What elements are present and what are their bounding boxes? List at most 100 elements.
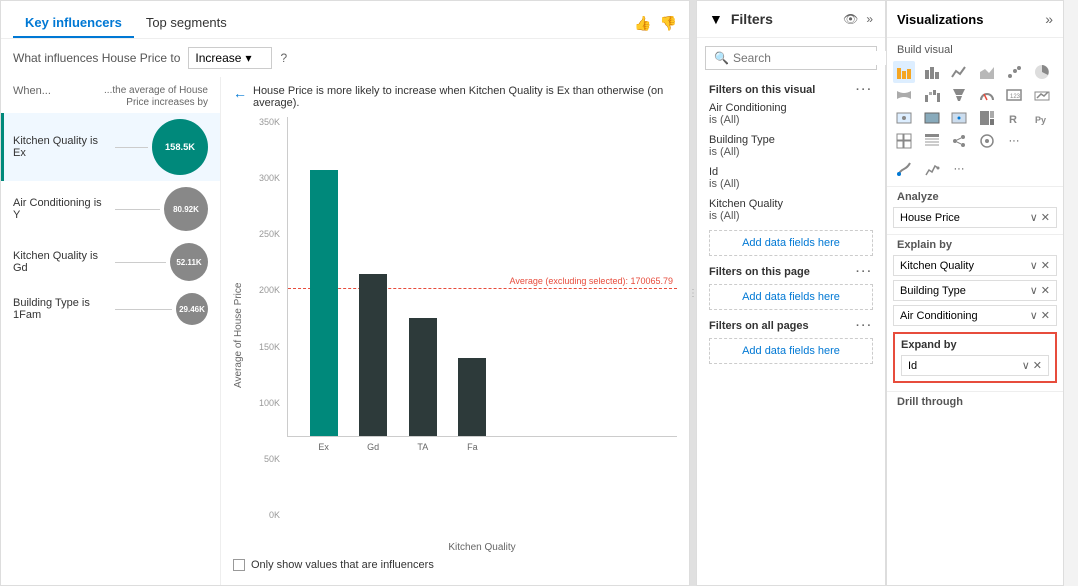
viz-icon-analytics[interactable] — [921, 158, 943, 180]
influencers-container: Kitchen Quality is Ex 158.5K Air Conditi… — [1, 113, 220, 331]
bar-3[interactable] — [458, 358, 486, 436]
viz-icon-area-chart[interactable] — [976, 61, 998, 83]
bar-0[interactable] — [310, 170, 338, 436]
influencer-label-2: Kitchen Quality is Gd — [13, 250, 111, 274]
viz-icon-card[interactable]: 123 — [1003, 84, 1025, 106]
explain-by-building-type[interactable]: Building Type ∨ ✕ — [893, 280, 1057, 301]
back-arrow-icon[interactable]: ← — [233, 85, 247, 101]
thumbs-down-icon[interactable]: 👎 — [660, 15, 677, 32]
bar-group-1[interactable]: Gd — [359, 274, 387, 436]
tab-key-influencers[interactable]: Key influencers — [13, 9, 134, 38]
viz-icon-pie[interactable] — [1031, 61, 1053, 83]
bar-1[interactable] — [359, 274, 387, 436]
search-input[interactable] — [733, 51, 888, 65]
close-icon-building[interactable]: ✕ — [1041, 284, 1050, 297]
viz-icon-decomp-tree[interactable] — [948, 130, 970, 152]
influencer-line-3 — [115, 309, 173, 310]
viz-icon-filled-map[interactable] — [921, 107, 943, 129]
bar-group-2[interactable]: TA — [409, 318, 437, 436]
viz-icon-bar-chart[interactable] — [921, 61, 943, 83]
chevron-down-icon-analyze[interactable]: ∨ — [1030, 211, 1038, 224]
filters-on-visual-menu[interactable]: ··· — [856, 84, 873, 96]
filter-question: What influences House Price to — [13, 51, 180, 65]
expand-by-dropdown[interactable]: Id ∨ ✕ — [901, 355, 1049, 376]
search-box[interactable]: 🔍 — [705, 46, 877, 70]
influencer-line-0 — [115, 147, 149, 148]
bar-2[interactable] — [409, 318, 437, 436]
help-icon[interactable]: ? — [280, 51, 287, 65]
explain-by-air-conditioning[interactable]: Air Conditioning ∨ ✕ — [893, 305, 1057, 326]
influence-direction-dropdown[interactable]: Increase ▾ — [188, 47, 272, 69]
chevron-down-icon-air[interactable]: ∨ — [1030, 309, 1038, 322]
viz-icon-py-visual[interactable]: Py — [1031, 107, 1053, 129]
viz-icon-waterfall[interactable] — [921, 84, 943, 106]
filter-row: What influences House Price to Increase … — [1, 39, 689, 77]
viz-icon-more2[interactable]: ··· — [948, 158, 970, 180]
viz-icon-gauge[interactable] — [976, 84, 998, 106]
y-tick: 250K — [249, 229, 284, 239]
filters-on-visual-header: Filters on this visual ··· — [697, 78, 885, 98]
chevron-down-icon-kitchen[interactable]: ∨ — [1030, 259, 1038, 272]
bar-group-0[interactable]: Ex — [310, 170, 338, 436]
explain-air-icons: ∨ ✕ — [1030, 309, 1050, 322]
close-icon-air[interactable]: ✕ — [1041, 309, 1050, 322]
chevron-down-icon-id[interactable]: ∨ — [1022, 359, 1030, 372]
influencer-item-3[interactable]: Building Type is 1Fam 29.46K — [1, 287, 220, 331]
influencer-bubble-1: 80.92K — [164, 187, 208, 231]
filters-all-pages-menu[interactable]: ··· — [856, 320, 873, 332]
viz-icons-grid-2: ··· — [887, 156, 1063, 182]
viz-icon-stacked-bar[interactable] — [893, 61, 915, 83]
add-data-all-pages[interactable]: Add data fields here — [709, 338, 873, 364]
explain-by-kitchen-quality[interactable]: Kitchen Quality ∨ ✕ — [893, 255, 1057, 276]
viz-icon-table[interactable] — [921, 130, 943, 152]
viz-expand-icon[interactable]: » — [1045, 11, 1053, 27]
avg-dashed-line: Average (excluding selected): 170065.79 — [288, 288, 677, 289]
chevron-down-icon: ▾ — [245, 51, 251, 65]
filter-building-type[interactable]: Building Type is (All) — [697, 130, 885, 162]
viz-icon-kpi[interactable] — [1031, 84, 1053, 106]
filter-kitchen-quality[interactable]: Kitchen Quality is (All) — [697, 194, 885, 226]
influencer-item-0[interactable]: Kitchen Quality is Ex 158.5K — [1, 113, 220, 181]
viz-icon-map[interactable] — [893, 107, 915, 129]
viz-icons-grid: 123 R Py — [887, 59, 1063, 154]
viz-icon-more-visuals[interactable]: ··· — [1003, 130, 1025, 152]
bar-group-3[interactable]: Fa — [458, 358, 486, 436]
influencer-item-2[interactable]: Kitchen Quality is Gd 52.11K — [1, 237, 220, 287]
tab-top-segments[interactable]: Top segments — [134, 9, 239, 38]
y-axis-label: Average of House Price — [233, 117, 249, 553]
filter-id[interactable]: Id is (All) — [697, 162, 885, 194]
thumbs-up-icon[interactable]: 👍 — [634, 15, 651, 32]
analyze-dropdown[interactable]: House Price ∨ ✕ — [893, 207, 1057, 228]
viz-icon-key-influencers[interactable] — [976, 130, 998, 152]
chevron-down-icon-building[interactable]: ∨ — [1030, 284, 1038, 297]
show-influencers-checkbox[interactable] — [233, 559, 245, 571]
add-data-visual[interactable]: Add data fields here — [709, 230, 873, 256]
viz-icon-line-chart[interactable] — [948, 61, 970, 83]
close-icon-id[interactable]: ✕ — [1033, 359, 1042, 372]
viz-icon-paint-brush[interactable] — [893, 158, 915, 180]
eye-icon[interactable]: 👁 — [843, 12, 858, 26]
tab-icons: 👍 👎 — [634, 15, 677, 32]
influencer-item-1[interactable]: Air Conditioning is Y 80.92K — [1, 181, 220, 237]
viz-icon-treemap[interactable] — [976, 107, 998, 129]
filters-on-page-header: Filters on this page ··· — [697, 260, 885, 280]
viz-icon-azure-map[interactable] — [948, 107, 970, 129]
viz-icon-r-visual[interactable]: R — [1003, 107, 1025, 129]
explain-building-icons: ∨ ✕ — [1030, 284, 1050, 297]
add-data-page[interactable]: Add data fields here — [709, 284, 873, 310]
viz-icon-funnel[interactable] — [948, 84, 970, 106]
viz-icon-matrix[interactable] — [893, 130, 915, 152]
analyze-dropdown-icons: ∨ ✕ — [1030, 211, 1050, 224]
filters-on-page-menu[interactable]: ··· — [856, 266, 873, 278]
expand-filters-icon[interactable]: » — [866, 12, 873, 26]
viz-header: Visualizations » — [887, 1, 1063, 38]
close-icon-kitchen[interactable]: ✕ — [1041, 259, 1050, 272]
viz-panel: Visualizations » Build visual — [886, 0, 1064, 586]
bar-label-3: Fa — [467, 442, 478, 452]
col-header-when: When... — [13, 85, 51, 109]
viz-icon-ribbon[interactable] — [893, 84, 915, 106]
close-icon-analyze[interactable]: ✕ — [1041, 211, 1050, 224]
filter-air-conditioning[interactable]: Air Conditioning is (All) — [697, 98, 885, 130]
selected-indicator — [1, 113, 4, 181]
viz-icon-scatter[interactable] — [1003, 61, 1025, 83]
